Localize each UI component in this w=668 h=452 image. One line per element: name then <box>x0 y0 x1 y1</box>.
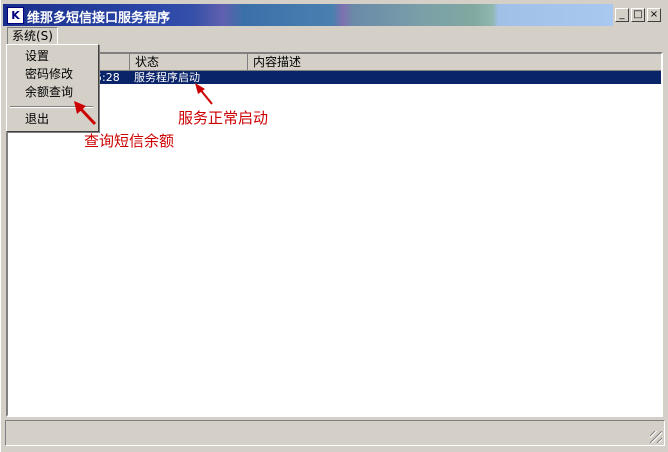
column-header-description[interactable]: 内容描述 <box>248 54 661 71</box>
menu-bar: 系统(S) <box>3 26 665 46</box>
menu-item-query-balance[interactable]: 余额查询 <box>7 84 96 101</box>
maximize-button[interactable]: □ <box>631 8 645 22</box>
menu-item-exit[interactable]: 退出 <box>7 111 96 128</box>
title-bar[interactable]: K 维那多短信接口服务程序 _ □ × <box>3 4 665 26</box>
menu-separator <box>10 106 93 108</box>
status-bar <box>5 420 665 446</box>
system-menu-dropdown: 设置 密码修改 余额查询 退出 <box>6 44 99 132</box>
app-logo-icon[interactable]: K <box>7 7 24 24</box>
annotation-query-balance: 查询短信余额 <box>84 132 175 150</box>
list-header: 状态 内容描述 <box>8 54 661 71</box>
resize-grip-icon[interactable] <box>650 431 662 443</box>
log-list[interactable]: 状态 内容描述 5:28 服务程序启动 <box>6 52 663 417</box>
minimize-button[interactable]: _ <box>615 8 629 22</box>
app-window: K 维那多短信接口服务程序 _ □ × 系统(S) 状态 内容描述 5:28 服… <box>0 0 668 452</box>
table-row[interactable]: 5:28 服务程序启动 <box>8 71 661 84</box>
annotation-service-started: 服务正常启动 <box>178 109 269 127</box>
window-title: 维那多短信接口服务程序 <box>27 11 171 26</box>
menu-item-change-password[interactable]: 密码修改 <box>7 66 96 83</box>
close-button[interactable]: × <box>647 8 661 22</box>
column-header-status[interactable]: 状态 <box>130 54 248 71</box>
menu-item-settings[interactable]: 设置 <box>7 48 96 65</box>
row-status: 服务程序启动 <box>134 71 200 84</box>
